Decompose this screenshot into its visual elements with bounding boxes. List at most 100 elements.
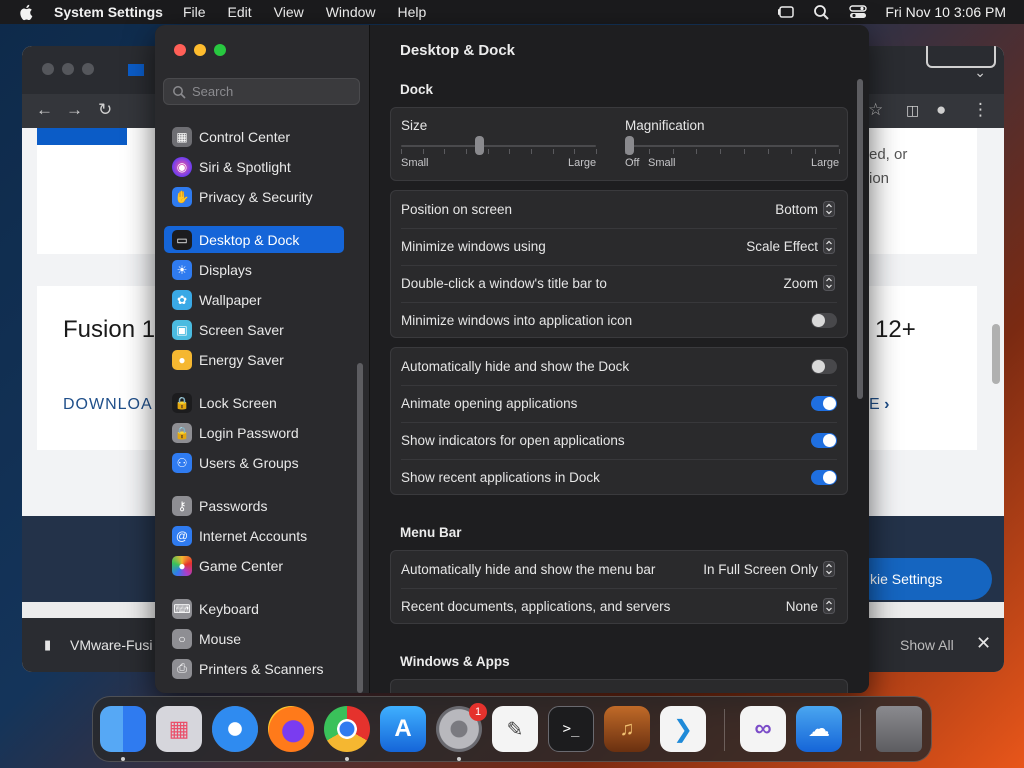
minimize-window-button[interactable] [194,44,206,56]
slider-tick [720,149,722,154]
control-center-menu-icon[interactable] [849,4,868,20]
toggle-switch[interactable] [811,313,837,328]
sidebar-item-lock-screen[interactable]: 🔒 Lock Screen [164,389,344,416]
sidebar-scrollbar[interactable] [357,363,363,693]
reload-icon[interactable]: ↻ [98,100,112,120]
sidebar-toggle-icon[interactable]: ◫ [906,102,919,119]
size-slider-thumb[interactable] [475,136,484,155]
sidebar-item-control-center[interactable]: ▦ Control Center [164,123,344,150]
sidebar-item-displays[interactable]: ☀ Displays [164,256,344,283]
popup-button[interactable]: Zoom [783,275,835,291]
back-arrow-icon[interactable]: ← [36,100,53,120]
textedit-icon[interactable]: ✎ [492,706,538,752]
search-input[interactable] [192,84,352,99]
slider-tick [791,149,793,154]
view-menu[interactable]: View [274,4,304,20]
zoom-window-button[interactable] [214,44,226,56]
sidebar-item-keyboard[interactable]: ⌨ Keyboard [164,595,344,622]
sidebar-item-game-center[interactable]: ● Game Center [164,552,344,579]
sidebar-item-login-password[interactable]: 🔒 Login Password [164,419,344,446]
sidebar-item-screen-saver[interactable]: ▣ Screen Saver [164,316,344,343]
sidebar-item-label: Displays [199,261,252,278]
page-scrollbar[interactable] [992,324,1000,384]
magnification-slider-track[interactable] [625,145,839,147]
terminal-icon[interactable]: >_ [548,706,594,752]
launchpad-icon[interactable]: ▦ [156,706,202,752]
file-menu[interactable]: File [183,4,206,20]
apple-menu-icon[interactable] [18,3,36,21]
clock[interactable]: Fri Nov 10 3:06 PM [885,4,1006,20]
sidebar-item-label: Users & Groups [199,454,299,471]
close-window-button[interactable] [174,44,186,56]
garageband-icon[interactable]: ♫ [604,706,650,752]
sidebar-item-internet-accounts[interactable]: @ Internet Accounts [164,522,344,549]
toggle-switch[interactable] [811,470,837,485]
window-menu[interactable]: Window [326,4,376,20]
stepper-updown-icon [823,561,835,577]
stage-manager-icon[interactable] [777,4,795,20]
slider-tick [596,149,597,154]
edit-menu[interactable]: Edit [228,4,252,20]
popup-button[interactable]: None [786,598,835,614]
setting-row: Minimize windows into application icon [391,302,847,339]
profile-icon[interactable]: ● [936,100,946,120]
settings-search[interactable] [163,78,360,105]
visual-studio-icon[interactable]: ∞ [740,706,786,752]
cookie-settings-button[interactable]: kie Settings [850,558,992,600]
toggle-switch[interactable] [811,396,837,411]
slider-tick [552,149,554,154]
sidebar-item-mouse[interactable]: ○ Mouse [164,625,344,652]
sidebar-item-energy-saver[interactable]: ● Energy Saver [164,346,344,373]
magnification-max-label: Large [811,157,840,169]
size-slider-track[interactable] [401,145,596,147]
dock-section-heading: Dock [400,82,434,97]
chrome-icon[interactable] [324,706,370,752]
sidebar-item-passwords[interactable]: ⚷ Passwords [164,492,344,519]
slider-tick [672,149,674,154]
finder-icon[interactable] [100,706,146,752]
sidebar-item-privacy-hand[interactable]: ✋ Privacy & Security [164,183,344,210]
vscode-icon[interactable]: ❯ [660,706,706,752]
weather-icon[interactable]: ☁ [796,706,842,752]
sidebar-item-label: Game Center [199,557,284,574]
firefox-icon[interactable] [268,706,314,752]
running-indicator [457,757,461,761]
magnification-off-label: Off [625,157,640,169]
chevron-down-icon[interactable]: ⌄ [974,64,986,81]
bookmark-star-icon[interactable]: ☆ [868,100,883,120]
show-all-downloads[interactable]: Show All [900,637,954,653]
toggle-switch[interactable] [811,359,837,374]
spotlight-search-icon[interactable] [813,4,831,20]
sidebar-item-desktop-dock[interactable]: ▭ Desktop & Dock [164,226,344,253]
trash-icon[interactable] [876,706,922,752]
popup-button[interactable]: In Full Screen Only [703,561,835,577]
browser-traffic-lights [42,63,94,75]
close-icon[interactable]: ✕ [976,633,991,654]
setting-label: Automatically hide and show the Dock [401,359,630,374]
sidebar-item-users-groups[interactable]: ⚇ Users & Groups [164,449,344,476]
toggle-switch[interactable] [811,433,837,448]
slider-tick [422,149,424,154]
download-file-name[interactable]: VMware-Fusi [70,637,152,653]
setting-label: Position on screen [401,202,513,217]
more-menu-icon[interactable]: ⋮ [972,100,989,120]
download-link-left[interactable]: DOWNLOA [63,396,153,414]
sidebar-item-siri[interactable]: ◉ Siri & Spotlight [164,153,344,180]
setting-label: Double-click a window's title bar to [401,276,607,291]
app-name-menu[interactable]: System Settings [54,4,163,20]
safari-icon[interactable] [212,706,258,752]
energy-saver-icon: ● [172,349,192,370]
popup-button[interactable]: Scale Effect [746,238,835,254]
sidebar-item-wallpaper[interactable]: ✿ Wallpaper [164,286,344,313]
forward-arrow-icon[interactable]: → [66,100,83,120]
app-store-icon[interactable]: A [380,706,426,752]
stepper-updown-icon [823,275,835,291]
popup-button[interactable]: Bottom [775,201,835,217]
content-scrollbar[interactable] [857,79,863,399]
magnification-slider-thumb[interactable] [625,136,634,155]
help-menu[interactable]: Help [398,4,427,20]
sidebar-item-printers-scanners[interactable]: ⎙ Printers & Scanners [164,655,344,682]
download-link-right[interactable]: E › [869,396,889,414]
running-indicator [345,757,349,761]
magnification-min-label: Small [648,157,676,169]
